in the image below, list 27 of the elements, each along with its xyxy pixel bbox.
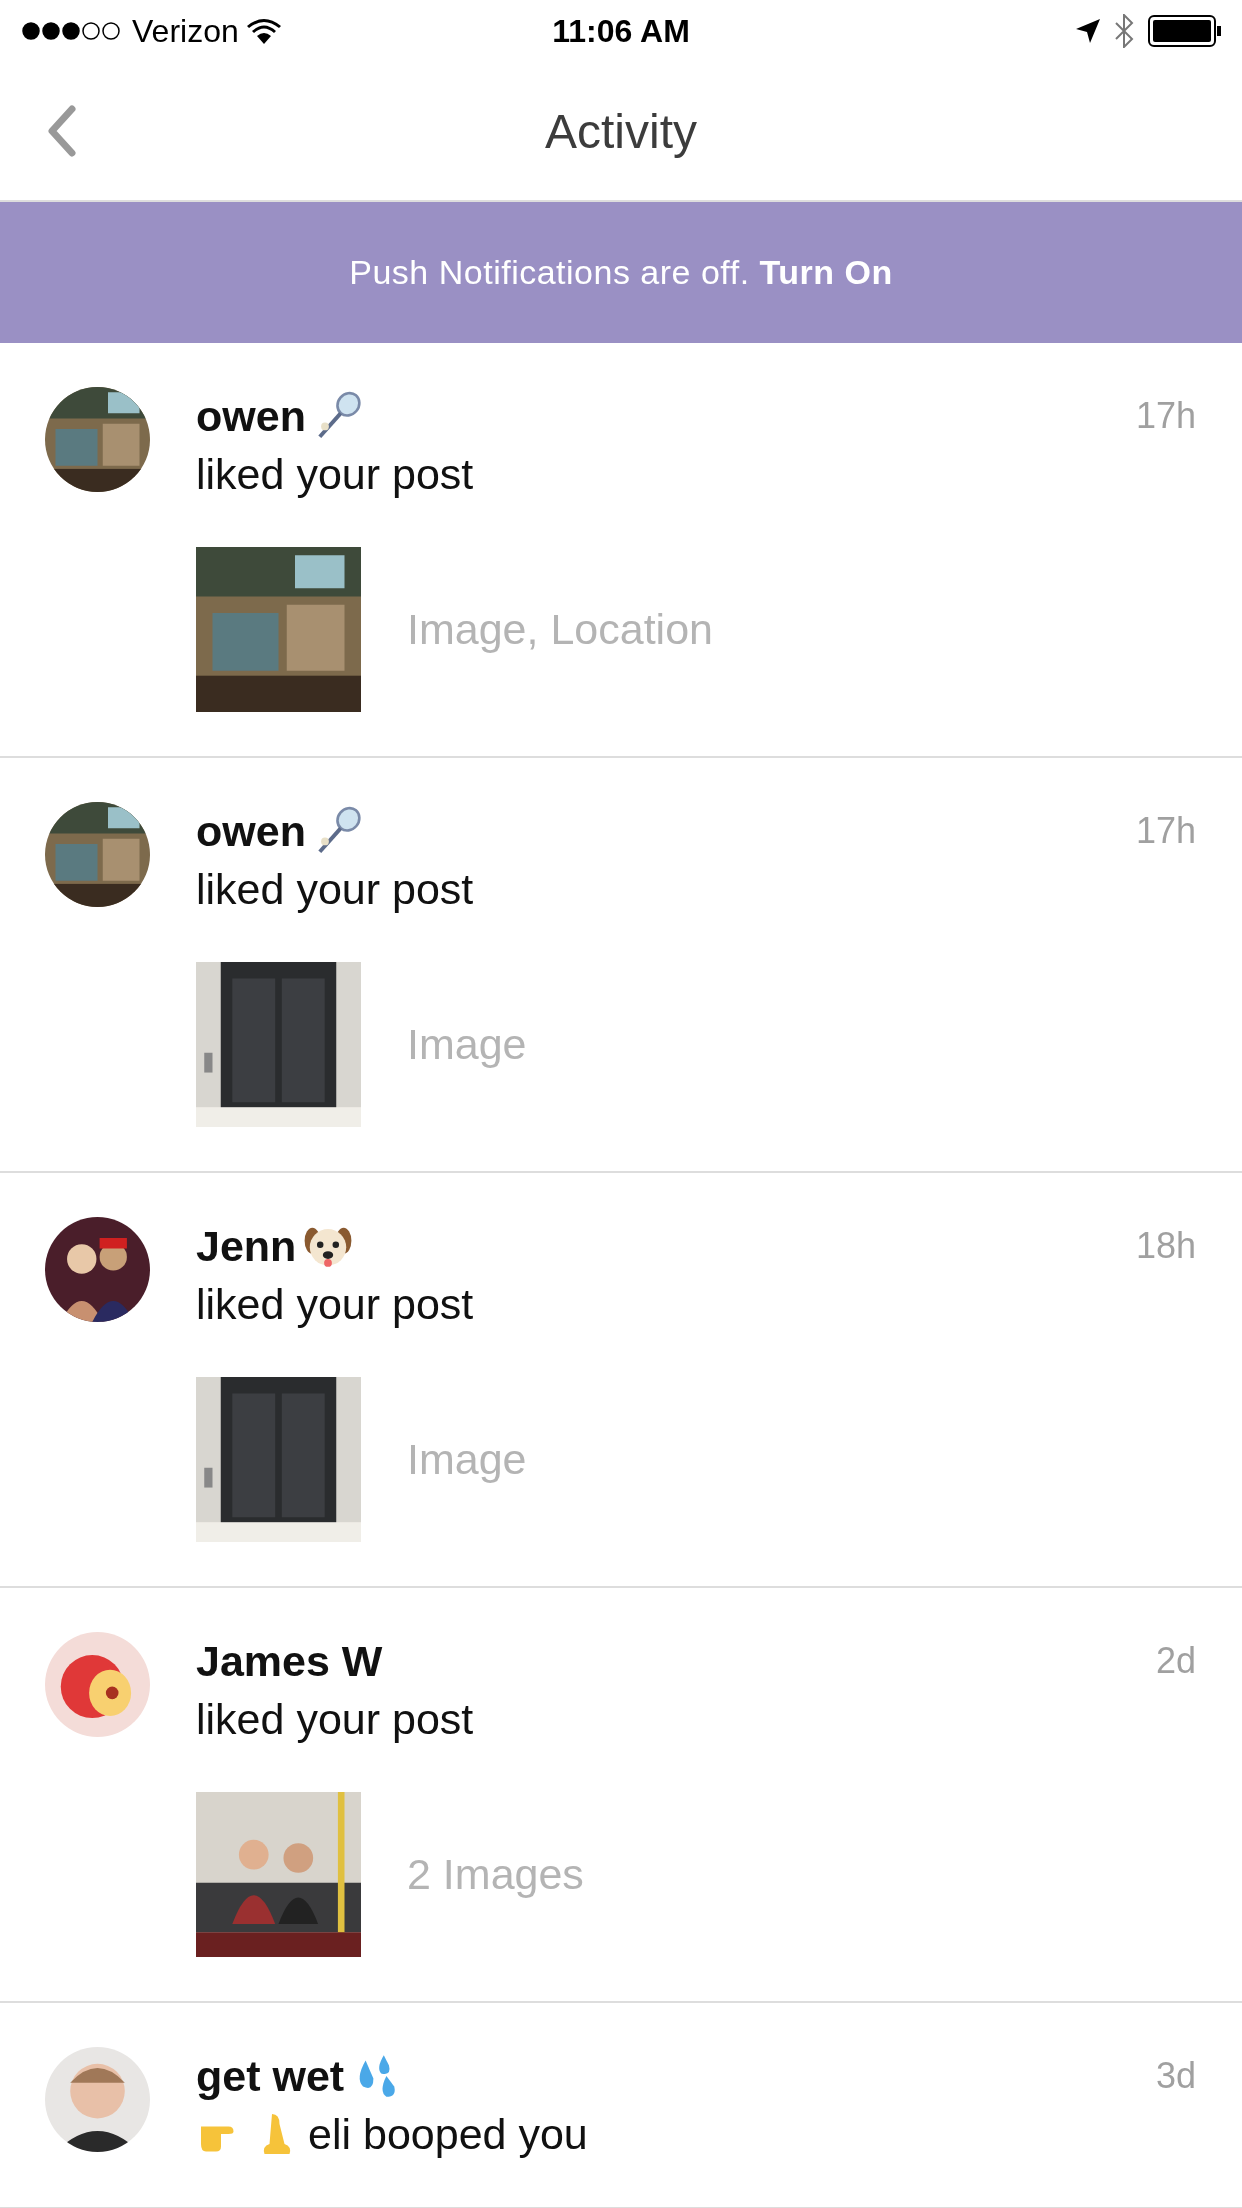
activity-text: liked your post	[196, 864, 474, 914]
post-caption: Image	[407, 1020, 527, 1069]
timestamp: 17h	[1135, 810, 1196, 853]
timestamp: 18h	[1135, 1225, 1196, 1268]
post-caption: Image, Location	[407, 605, 713, 654]
activity-text: liked your post	[196, 1694, 474, 1744]
post-caption: 2 Images	[407, 1850, 584, 1899]
activity-text: liked your post	[196, 449, 474, 499]
user-name[interactable]: Jenn	[196, 1221, 297, 1271]
user-name[interactable]: get wet	[196, 2051, 345, 2101]
page-title: Activity	[545, 104, 697, 158]
user-name[interactable]: owen	[196, 391, 306, 441]
status-time: 11:06 AM	[552, 12, 690, 50]
activity-text: liked your post	[196, 1279, 474, 1329]
carrier-name: Verizon	[132, 12, 239, 50]
user-name[interactable]: owen	[196, 806, 306, 856]
wifi-icon	[246, 18, 281, 44]
bluetooth-icon	[1114, 14, 1134, 48]
user-name[interactable]: James W	[196, 1636, 383, 1686]
battery-icon	[1148, 15, 1222, 47]
timestamp: 3d	[1155, 2055, 1196, 2098]
post-caption: Image	[407, 1435, 527, 1484]
back-icon[interactable]	[46, 105, 76, 157]
timestamp: 2d	[1155, 1640, 1196, 1683]
location-arrow-icon	[1076, 19, 1100, 43]
timestamp: 17h	[1135, 395, 1196, 438]
activity-text: eli booped you	[308, 2109, 588, 2159]
